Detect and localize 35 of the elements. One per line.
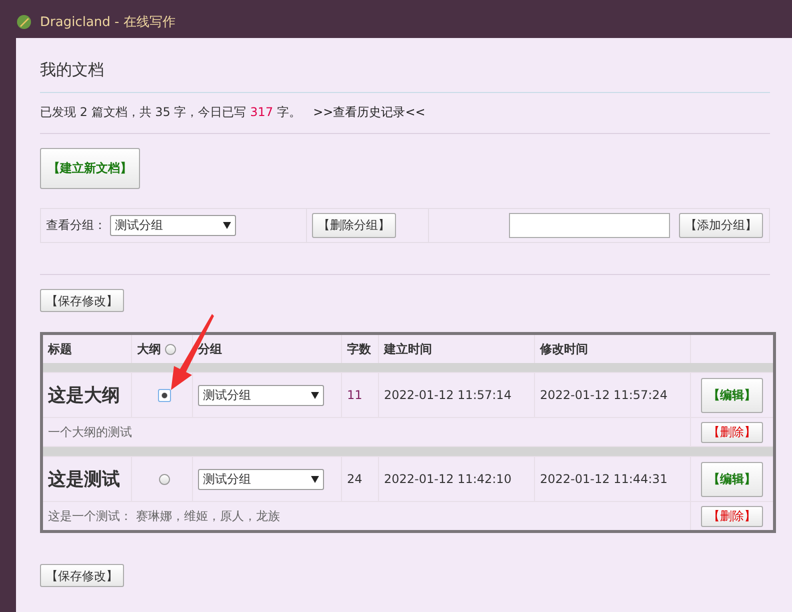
today-count: 317 [250,105,274,119]
summary-text: 已发现 2 篇文档，共 35 字，今日已写 [40,104,246,120]
document-description: 一个大纲的测试 [48,424,132,438]
document-description: 这是一个测试： 赛琳娜，维姬，原人，龙族 [48,508,280,522]
delete-group-button[interactable]: 【删除分组】 [312,213,396,238]
add-group-button[interactable]: 【添加分组】 [679,213,763,238]
table-cell: 2022-01-12 11:42:10 [384,472,512,486]
column-header: 建立时间 [384,342,432,356]
new-document-button[interactable]: 【建立新文档】 [40,148,140,189]
group-select[interactable]: 测试分组 [110,215,236,236]
document-title: 这是大纲 [48,385,120,406]
delete-button[interactable]: 【删除】 [701,506,763,526]
table-cell: 11 [347,388,362,402]
table-cell: 2022-01-12 11:57:24 [540,388,668,402]
history-link[interactable]: >>查看历史记录<< [313,104,426,120]
edit-button[interactable]: 【编辑】 [701,462,763,496]
table-cell: 2022-01-12 11:44:31 [540,472,668,486]
save-button[interactable]: 【保存修改】 [40,289,124,312]
summary-text: 字。 [277,104,302,120]
window-title: Dragicland - 在线写作 [40,14,176,31]
page-heading: 我的文档 [40,60,104,81]
table-cell: 24 [347,472,362,486]
group-select[interactable]: 测试分组 [198,468,324,490]
column-header: 标题 [48,342,72,356]
delete-button[interactable]: 【删除】 [701,422,763,442]
table-cell: 2022-01-12 11:57:14 [384,388,512,402]
column-header: 分组 [198,342,222,356]
group-label: 查看分组： [46,217,106,234]
save-button[interactable]: 【保存修改】 [40,564,124,587]
group-select[interactable]: 测试分组 [198,384,324,406]
column-header: 修改时间 [540,342,588,356]
column-header: 大纲 [137,342,161,356]
document-title: 这是测试 [48,469,120,490]
column-header: 字数 [347,342,371,356]
edit-button[interactable]: 【编辑】 [701,378,763,412]
